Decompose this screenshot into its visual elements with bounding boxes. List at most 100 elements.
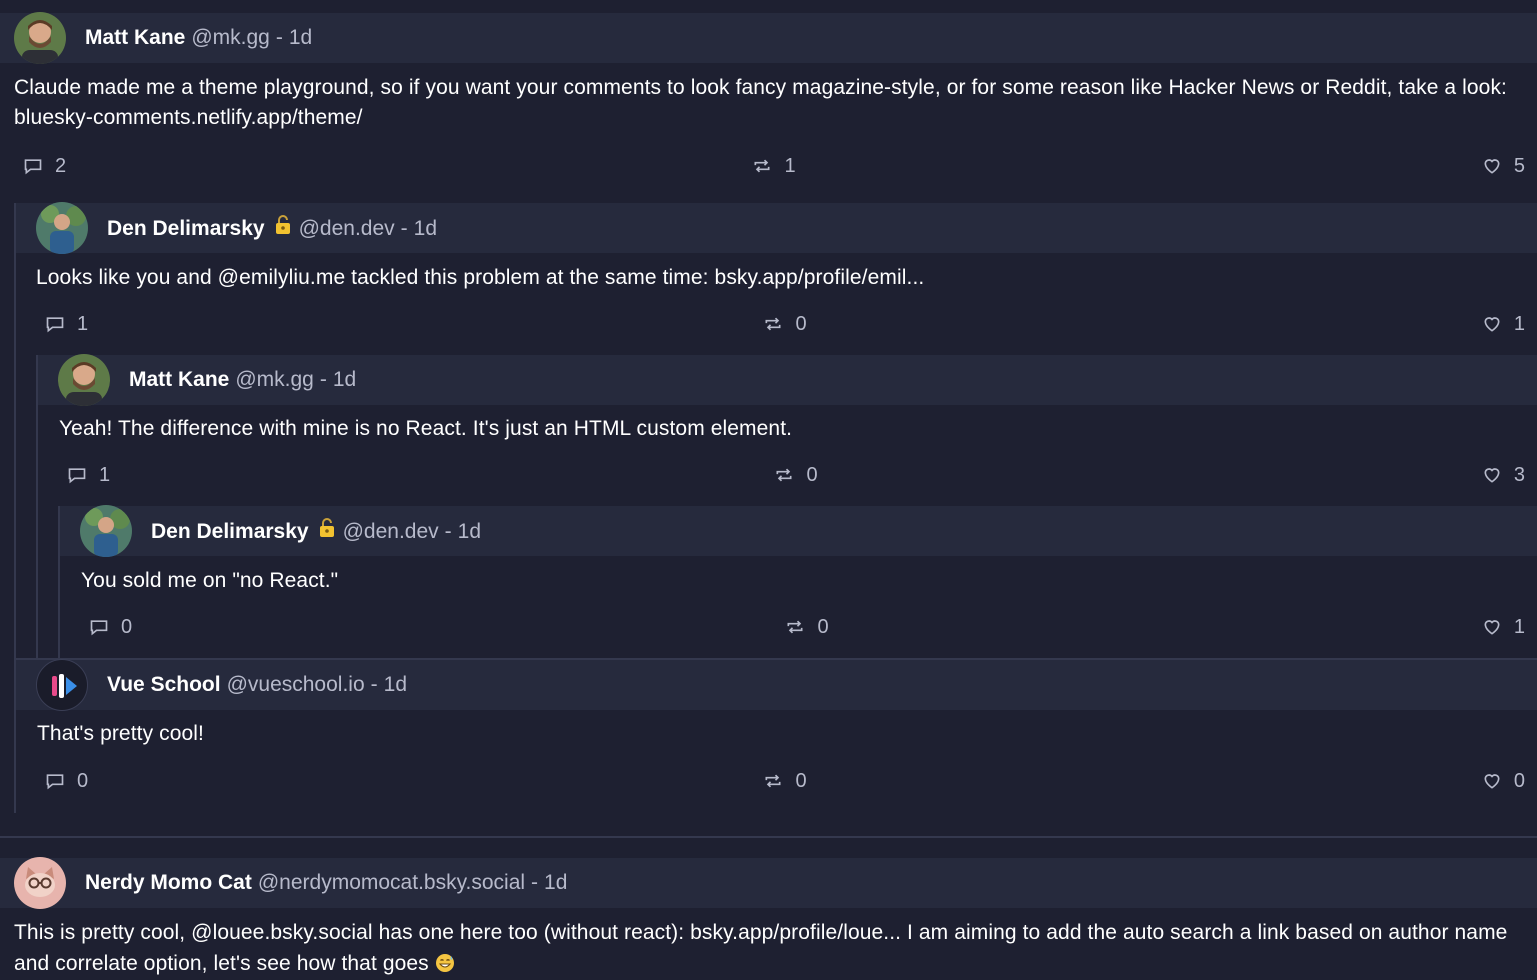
comment-icon — [89, 617, 109, 637]
timestamp[interactable]: 1d — [384, 673, 407, 697]
author-line: Vue School @vueschool.io - 1d — [107, 673, 407, 697]
comment-text: That's pretty cool! — [37, 722, 204, 745]
author-handle[interactable]: @den.dev — [343, 520, 439, 544]
like-button[interactable]: 5 — [1482, 155, 1525, 178]
comment-text: Claude made me a theme playground, so if… — [14, 76, 1507, 129]
reply: Den Delimarsky @den.dev - 1d You sold me… — [58, 505, 1537, 658]
reply: Den Delimarsky @den.dev - 1d Looks like … — [14, 202, 1537, 813]
like-button[interactable]: 1 — [1482, 616, 1525, 639]
like-count: 0 — [1513, 769, 1525, 792]
grinning-sweat-emoji — [435, 951, 455, 980]
heart-icon — [1482, 771, 1502, 791]
author-handle[interactable]: @mk.gg — [191, 26, 270, 50]
comment-icon — [45, 314, 65, 334]
comment-body: This is pretty cool, @louee.bsky.social … — [0, 908, 1537, 980]
reply-button[interactable]: 2 — [23, 155, 66, 178]
author-line: Nerdy Momo Cat @nerdymomocat.bsky.social… — [85, 871, 567, 895]
comment-thread: Matt Kane @mk.gg - 1d Claude made me a t… — [0, 0, 1537, 980]
author-name[interactable]: Den Delimarsky — [107, 217, 265, 241]
comment-actions: 1 0 3 — [38, 444, 1537, 506]
comment-header: Den Delimarsky @den.dev - 1d — [60, 505, 1537, 557]
repost-button[interactable]: 0 — [763, 312, 807, 336]
repost-count: 0 — [806, 463, 818, 486]
comment: Nerdy Momo Cat @nerdymomocat.bsky.social… — [0, 836, 1537, 980]
repost-button[interactable]: 0 — [774, 463, 818, 487]
separator: - — [370, 673, 378, 696]
like-button[interactable]: 1 — [1482, 313, 1525, 336]
reply: Matt Kane @mk.gg - 1d Yeah! The differen… — [36, 354, 1537, 658]
comment-text: Looks like you and @emilyliu.me tackled … — [36, 266, 925, 289]
timestamp[interactable]: 1d — [458, 520, 481, 544]
repost-button[interactable]: 1 — [752, 154, 796, 178]
cat-with-glasses-avatar[interactable] — [14, 857, 66, 909]
reply-button[interactable]: 1 — [67, 464, 110, 487]
author-handle[interactable]: @den.dev — [299, 217, 395, 241]
man-outdoors-avatar[interactable] — [80, 505, 132, 557]
heart-icon — [1482, 314, 1502, 334]
like-count: 1 — [1513, 312, 1525, 335]
comment: Matt Kane @mk.gg - 1d Claude made me a t… — [0, 12, 1537, 813]
vue-school-logo[interactable] — [36, 659, 88, 711]
reply-count: 1 — [99, 463, 111, 486]
heart-icon — [1482, 617, 1502, 637]
comment-text: You sold me on "no React." — [81, 569, 339, 592]
heart-icon — [1482, 156, 1502, 176]
reply-button[interactable]: 0 — [89, 616, 132, 639]
author-name[interactable]: Vue School — [107, 673, 221, 697]
heart-icon — [1482, 465, 1502, 485]
repost-icon — [763, 314, 783, 334]
timestamp[interactable]: 1d — [289, 26, 312, 50]
like-count: 1 — [1513, 615, 1525, 638]
man-outdoors-avatar[interactable] — [36, 202, 88, 254]
repost-button[interactable]: 0 — [763, 770, 807, 793]
comment-icon — [23, 156, 43, 176]
separator: - — [400, 217, 408, 240]
author-line: Matt Kane @mk.gg - 1d — [129, 368, 356, 392]
bearded-man-avatar[interactable] — [14, 12, 66, 64]
repost-count: 0 — [795, 312, 807, 335]
repost-count: 1 — [784, 154, 796, 177]
author-name[interactable]: Den Delimarsky — [151, 520, 309, 544]
comment-actions: 1 0 1 — [16, 293, 1537, 355]
reply: Vue School @vueschool.io - 1d That's pre… — [16, 659, 1537, 813]
bearded-man-avatar[interactable] — [58, 354, 110, 406]
reply-button[interactable]: 0 — [45, 770, 88, 793]
separator: - — [444, 520, 452, 543]
author-name[interactable]: Matt Kane — [85, 26, 185, 50]
separator: - — [275, 26, 283, 49]
comment-header: Nerdy Momo Cat @nerdymomocat.bsky.social… — [0, 857, 1537, 909]
reply-count: 2 — [55, 154, 67, 177]
repost-icon — [752, 156, 772, 176]
timestamp[interactable]: 1d — [414, 217, 437, 241]
like-button[interactable]: 0 — [1482, 770, 1525, 793]
lock-key-icon — [273, 215, 293, 241]
timestamp[interactable]: 1d — [544, 871, 567, 895]
like-count: 5 — [1513, 154, 1525, 177]
repost-count: 0 — [817, 615, 829, 638]
author-handle[interactable]: @mk.gg — [235, 368, 314, 392]
repost-icon — [774, 465, 794, 485]
author-line: Den Delimarsky @den.dev - 1d — [107, 215, 437, 241]
repost-button[interactable]: 0 — [785, 615, 829, 639]
comment-header: Matt Kane @mk.gg - 1d — [38, 354, 1537, 406]
comment-header: Matt Kane @mk.gg - 1d — [0, 12, 1537, 64]
author-name[interactable]: Nerdy Momo Cat — [85, 871, 252, 895]
author-name[interactable]: Matt Kane — [129, 368, 229, 392]
comment-icon — [67, 465, 87, 485]
author-line: Matt Kane @mk.gg - 1d — [85, 26, 312, 50]
like-count: 3 — [1513, 463, 1525, 486]
reply-button[interactable]: 1 — [45, 313, 88, 336]
comment-text: This is pretty cool, @louee.bsky.social … — [14, 921, 1508, 975]
lock-key-icon — [317, 518, 337, 544]
comment-actions: 0 0 1 — [60, 596, 1537, 658]
author-handle[interactable]: @nerdymomocat.bsky.social — [258, 871, 525, 895]
comment-actions: 0 0 0 — [16, 749, 1537, 813]
timestamp[interactable]: 1d — [333, 368, 356, 392]
author-line: Den Delimarsky @den.dev - 1d — [151, 518, 481, 544]
repost-icon — [785, 617, 805, 637]
comment-icon — [45, 771, 65, 791]
like-button[interactable]: 3 — [1482, 464, 1525, 487]
author-handle[interactable]: @vueschool.io — [227, 673, 365, 697]
repost-icon — [763, 771, 783, 791]
comment-actions: 2 1 5 — [0, 133, 1537, 199]
